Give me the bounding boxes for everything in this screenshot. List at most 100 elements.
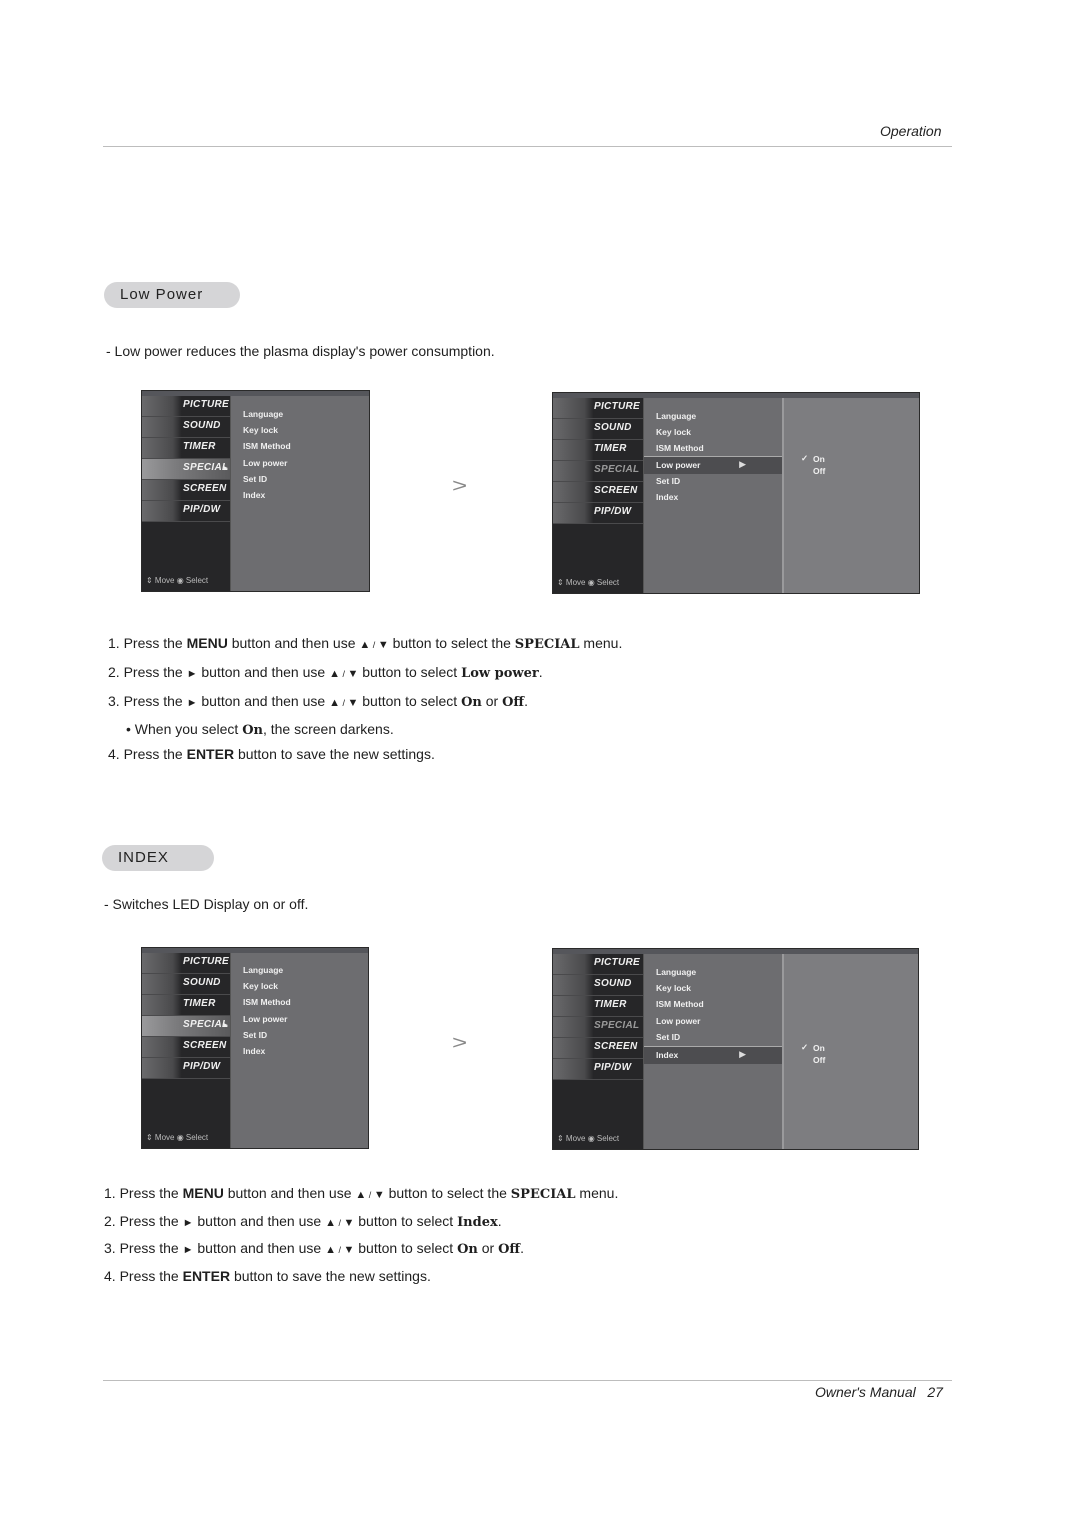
up-arrow-icon: ▲	[325, 1244, 336, 1256]
chevron-right-icon: ▸	[224, 465, 228, 472]
options-panel: ✓ On Off	[782, 398, 919, 593]
menu-item-timer[interactable]: TIMER	[553, 440, 643, 461]
menu-item-pipdw[interactable]: PIP/DW	[142, 501, 230, 522]
option-off[interactable]: Off	[813, 1055, 825, 1065]
submenu-item-ism-method[interactable]: ISM Method	[243, 997, 291, 1007]
menu-item-pipdw[interactable]: PIP/DW	[553, 503, 643, 524]
menu-item-timer[interactable]: TIMER	[142, 995, 230, 1016]
menu-item-sound[interactable]: SOUND	[553, 419, 643, 440]
section-header: Operation	[880, 123, 942, 139]
special-submenu: Language Key lock ISM Method Low power S…	[644, 954, 782, 1149]
submenu-item-ism-method[interactable]: ISM Method	[243, 441, 291, 451]
step-4: 4. Press the ENTER button to save the ne…	[104, 1267, 431, 1284]
up-arrow-icon: ▲	[329, 668, 340, 680]
down-arrow-icon: ▼	[343, 1244, 355, 1256]
down-arrow-icon: ▼	[347, 668, 359, 680]
menu-item-picture[interactable]: PICTURE	[553, 954, 643, 975]
submenu-item-ism-method[interactable]: ISM Method	[656, 999, 704, 1009]
index-description: - Switches LED Display on or off.	[104, 896, 309, 912]
submenu-item-key-lock[interactable]: Key lock	[243, 425, 278, 435]
menu-item-screen[interactable]: SCREEN	[553, 482, 643, 503]
right-arrow-icon: ►	[186, 697, 198, 709]
transition-arrow-icon: >	[452, 473, 468, 497]
step-4: 4. Press the ENTER button to save the ne…	[108, 746, 435, 762]
submenu-item-key-lock[interactable]: Key lock	[656, 427, 691, 437]
options-panel: ✓ On Off	[782, 954, 918, 1149]
menu-item-sound[interactable]: SOUND	[553, 975, 643, 996]
option-off[interactable]: Off	[813, 466, 825, 476]
submenu-item-index[interactable]: Index	[656, 492, 678, 502]
menu-item-sound[interactable]: SOUND	[142, 417, 230, 438]
submenu-item-set-id[interactable]: Set ID	[656, 476, 680, 486]
submenu-item-index-selected[interactable]: Index ▶	[644, 1046, 782, 1064]
footer-rule	[103, 1380, 952, 1381]
move-select-hint: ⇕ Move ◉ Select	[557, 578, 620, 587]
submenu-item-set-id[interactable]: Set ID	[656, 1032, 680, 1042]
submenu-item-language[interactable]: Language	[243, 409, 283, 419]
up-arrow-icon: ▲	[355, 1189, 367, 1201]
down-arrow-icon: ▼	[347, 697, 359, 709]
page-footer: Owner's Manual 27	[815, 1384, 943, 1400]
menu-item-sound[interactable]: SOUND	[142, 974, 230, 995]
step-1: 1. Press the MENU button and then use ▲ …	[104, 1185, 619, 1202]
menu-item-timer[interactable]: TIMER	[553, 996, 643, 1017]
down-arrow-icon: ▼	[377, 639, 389, 651]
up-arrow-icon: ▲	[359, 639, 371, 651]
index-heading: INDEX	[102, 845, 214, 871]
submenu-item-set-id[interactable]: Set ID	[243, 474, 267, 484]
submenu-item-language[interactable]: Language	[656, 967, 696, 977]
play-arrow-icon: ▶	[739, 459, 746, 469]
submenu-item-set-id[interactable]: Set ID	[243, 1030, 267, 1040]
menu-item-picture[interactable]: PICTURE	[142, 953, 230, 974]
low-power-steps: 1. Press the MENU button and then use ▲ …	[108, 630, 622, 765]
menu-item-pipdw[interactable]: PIP/DW	[553, 1059, 643, 1080]
menu-item-screen[interactable]: SCREEN	[142, 1037, 230, 1058]
main-menu: PICTURE SOUND TIMER SPECIAL SCREEN PIP/D…	[553, 398, 644, 593]
menu-item-special[interactable]: SPECIAL	[553, 1017, 643, 1038]
main-menu: PICTURE SOUND TIMER SPECIAL ▸ SCREEN PIP/…	[142, 396, 231, 591]
submenu-item-low-power[interactable]: Low power	[243, 1014, 287, 1024]
submenu-item-index[interactable]: Index	[243, 490, 265, 500]
special-submenu: Language Key lock ISM Method Low power S…	[231, 396, 369, 591]
osd-special-menu-lp-1: PICTURE SOUND TIMER SPECIAL ▸ SCREEN PIP/…	[141, 390, 370, 592]
main-menu: PICTURE SOUND TIMER SPECIAL SCREEN PIP/D…	[553, 954, 644, 1149]
check-icon: ✓	[801, 1042, 809, 1052]
submenu-item-key-lock[interactable]: Key lock	[243, 981, 278, 991]
step-note: • When you select On, the screen darkens…	[126, 721, 394, 738]
down-arrow-icon: ▼	[343, 1216, 355, 1229]
right-arrow-icon: ►	[186, 668, 198, 680]
submenu-item-language[interactable]: Language	[656, 411, 696, 421]
submenu-item-ism-method[interactable]: ISM Method	[656, 443, 704, 453]
menu-item-special[interactable]: SPECIAL ▸	[142, 459, 230, 480]
main-menu: PICTURE SOUND TIMER SPECIAL ▸ SCREEN PIP/…	[142, 953, 231, 1148]
down-arrow-icon: ▼	[373, 1189, 385, 1201]
menu-item-timer[interactable]: TIMER	[142, 438, 230, 459]
step-2: 2. Press the ► button and then use ▲ / ▼…	[104, 1212, 502, 1230]
menu-item-screen[interactable]: SCREEN	[142, 480, 230, 501]
chevron-right-icon: ▸	[224, 1022, 228, 1029]
submenu-item-language[interactable]: Language	[243, 965, 283, 975]
menu-item-picture[interactable]: PICTURE	[142, 396, 230, 417]
submenu-item-index[interactable]: Index	[243, 1046, 265, 1056]
menu-item-picture[interactable]: PICTURE	[553, 398, 643, 419]
manual-label: Owner's Manual	[815, 1384, 916, 1400]
submenu-item-low-power[interactable]: Low power	[243, 458, 287, 468]
submenu-item-low-power-selected[interactable]: Low power ▶	[644, 456, 782, 474]
option-on[interactable]: On	[813, 454, 825, 464]
menu-item-pipdw[interactable]: PIP/DW	[142, 1058, 230, 1079]
step-1: 1. Press the MENU button and then use ▲ …	[108, 635, 623, 652]
menu-item-special[interactable]: SPECIAL	[553, 461, 643, 482]
step-3: 3. Press the ► button and then use ▲ / ▼…	[104, 1240, 524, 1257]
option-on[interactable]: On	[813, 1043, 825, 1053]
osd-special-menu-idx-1: PICTURE SOUND TIMER SPECIAL ▸ SCREEN PIP/…	[141, 947, 369, 1149]
up-arrow-icon: ▲	[329, 697, 340, 709]
submenu-item-key-lock[interactable]: Key lock	[656, 983, 691, 993]
menu-item-special[interactable]: SPECIAL ▸	[142, 1016, 230, 1037]
osd-low-power-options: PICTURE SOUND TIMER SPECIAL SCREEN PIP/D…	[552, 392, 920, 594]
menu-item-screen[interactable]: SCREEN	[553, 1038, 643, 1059]
right-arrow-icon: ►	[182, 1244, 194, 1256]
move-select-hint: ⇕ Move ◉ Select	[557, 1134, 620, 1143]
submenu-item-low-power[interactable]: Low power	[656, 1016, 700, 1026]
step-2: 2. Press the ► button and then use ▲ / ▼…	[108, 664, 543, 681]
up-arrow-icon: ▲	[325, 1216, 336, 1229]
